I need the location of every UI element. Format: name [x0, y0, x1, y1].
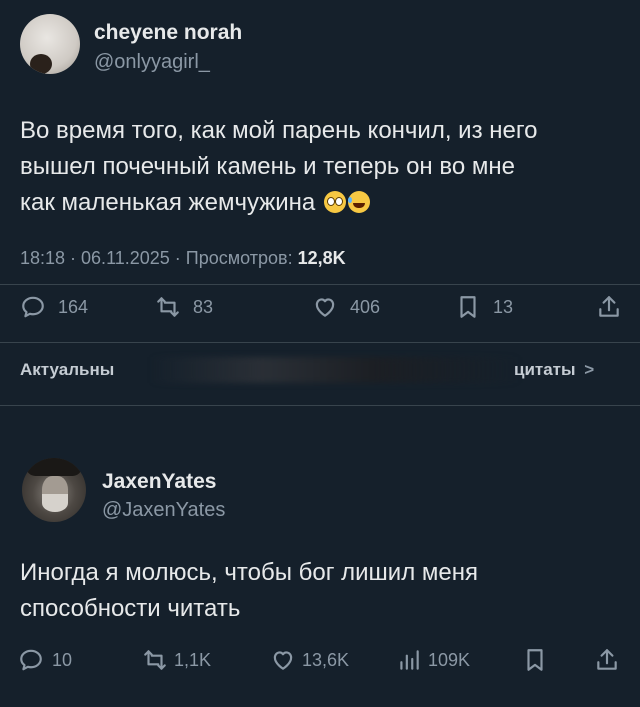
divider [0, 284, 640, 285]
bookmark-icon [527, 649, 543, 671]
share-button[interactable] [596, 294, 622, 320]
author-handle[interactable]: @JaxenYates [102, 499, 225, 522]
reply-icon [20, 649, 42, 671]
tweet-main: cheyene norah @onlyyagirl_ Во время того… [0, 0, 640, 420]
reply-icon [22, 296, 44, 318]
avatar[interactable] [20, 14, 80, 74]
author-name[interactable]: cheyene norah [94, 21, 242, 45]
like-button[interactable]: 13,6K [270, 647, 349, 673]
author-name[interactable]: JaxenYates [102, 470, 216, 494]
quotes-link-label: цитаты [514, 360, 576, 379]
tweet-text-line-1: Во время того, как мой парень кончил, из… [20, 117, 538, 144]
views-count: 109K [428, 649, 471, 670]
like-count: 13,6K [302, 649, 350, 670]
author-handle[interactable]: @onlyyagirl_ [94, 51, 210, 74]
tweet-text-line-1: Иногда я молюсь, чтобы бог лишил меня [20, 559, 478, 586]
reply-count: 164 [58, 296, 89, 317]
relevant-filter-link[interactable]: Актуальны [20, 360, 114, 380]
blurred-filter-bar [150, 357, 520, 383]
pleading-face-emoji-icon [323, 191, 346, 213]
reply-button[interactable]: 164 [20, 294, 88, 320]
share-icon [599, 296, 619, 317]
share-button[interactable] [594, 647, 620, 673]
view-count: 12,8K [297, 248, 346, 268]
tweet-text-line-3-text: как маленькая жемчужина [20, 189, 316, 216]
retweet-button[interactable]: 83 [155, 294, 213, 320]
views-button[interactable]: 109K [396, 647, 470, 673]
like-count: 406 [350, 296, 381, 317]
like-icon [315, 298, 335, 317]
share-icon [597, 649, 617, 670]
bookmark-button[interactable] [522, 647, 548, 673]
tweet-reply: JaxenYates @JaxenYates Иногда я молюсь, … [0, 420, 640, 707]
tweet-text-line-2: вышел почечный камень и теперь он во мне [20, 153, 515, 180]
quotes-link[interactable]: цитаты > [514, 360, 594, 380]
retweet-button[interactable]: 1,1K [142, 647, 211, 673]
avatar-beard [42, 494, 68, 512]
bookmark-icon [460, 296, 476, 318]
bookmark-count: 13 [493, 296, 514, 317]
retweet-count: 83 [193, 296, 214, 317]
tweet-text-line-2: способности читать [20, 595, 241, 622]
divider [0, 405, 640, 406]
views-icon [400, 650, 419, 670]
avatar-hair [30, 54, 52, 74]
tweet-text-line-3: как маленькая жемчужина [20, 185, 620, 221]
tweet-timestamp[interactable]: 18:18 · 06.11.2025 · Просмотров: [20, 248, 293, 268]
divider [0, 342, 640, 343]
retweet-icon [144, 650, 166, 670]
like-icon [273, 651, 293, 670]
reply-button[interactable]: 10 [18, 647, 72, 673]
avatar-hat [26, 458, 82, 476]
tweet-text: Во время того, как мой парень кончил, из… [20, 113, 620, 221]
tears-of-joy-emoji-icon [347, 191, 370, 213]
retweet-count: 1,1K [174, 649, 212, 670]
bookmark-button[interactable]: 13 [455, 294, 513, 320]
tweet-text: Иногда я молюсь, чтобы бог лишил меня сп… [20, 555, 620, 627]
reply-count: 10 [52, 649, 73, 670]
avatar[interactable] [22, 458, 86, 522]
tweet-meta: 18:18 · 06.11.2025 · Просмотров: 12,8K [20, 248, 346, 269]
chevron-right-icon: > [584, 360, 595, 379]
retweet-icon [157, 297, 179, 317]
like-button[interactable]: 406 [312, 294, 380, 320]
